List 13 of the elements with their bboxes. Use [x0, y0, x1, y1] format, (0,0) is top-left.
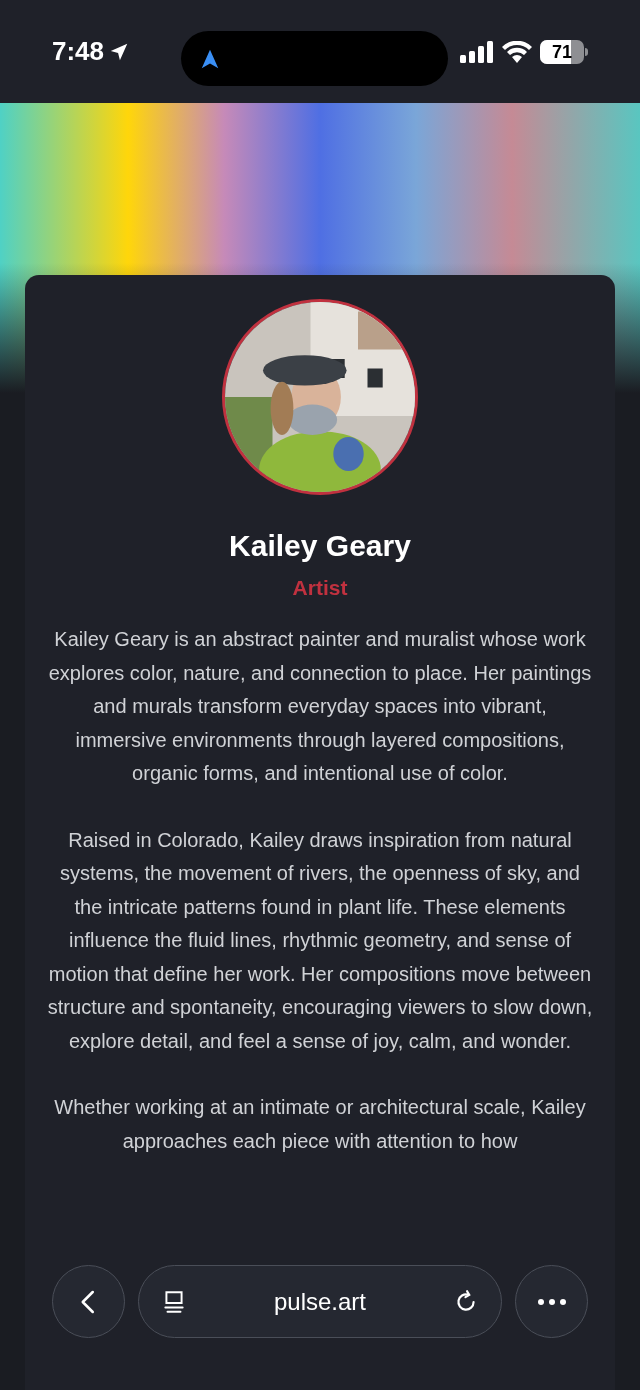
clock: 7:48: [52, 35, 105, 68]
wifi-icon: [502, 40, 532, 63]
url-text: pulse.art: [272, 1286, 368, 1317]
bio-paragraph: Whether working at an intimate or architectural scale, Kailey approaches each piece with attention to how: [53, 1095, 587, 1154]
more-icon: [536, 1297, 567, 1306]
bio-paragraph: Kailey Geary is an abstract painter and muralist whose work explores color, nature, and connection to place. Her paintings and murals transform everyday spaces into vibrant, immersive environments through layered compositions, organic forms, and intentional use of color.: [47, 627, 593, 786]
bio-paragraph: Raised in Colorado, Kailey draws inspiration from natural systems, the movement of rivers, the openness of sky, and the intricate patterns found in plant life. These elements influence the fluid lines, rhythmic geometry, and sense of motion that define her work. Her compositions move between structure and spontaneity, encouraging viewers to slow down, explore detail, and feel a sense of joy, calm, and wonder.: [47, 827, 593, 1054]
address-bar[interactable]: pulse.art: [138, 1265, 502, 1338]
tabs-icon: [161, 1288, 187, 1315]
signal-icon: [460, 40, 494, 63]
profile-role: Artist: [292, 577, 348, 598]
battery-percentage: 71: [551, 42, 573, 61]
profile-name: Kailey Geary: [229, 531, 411, 561]
